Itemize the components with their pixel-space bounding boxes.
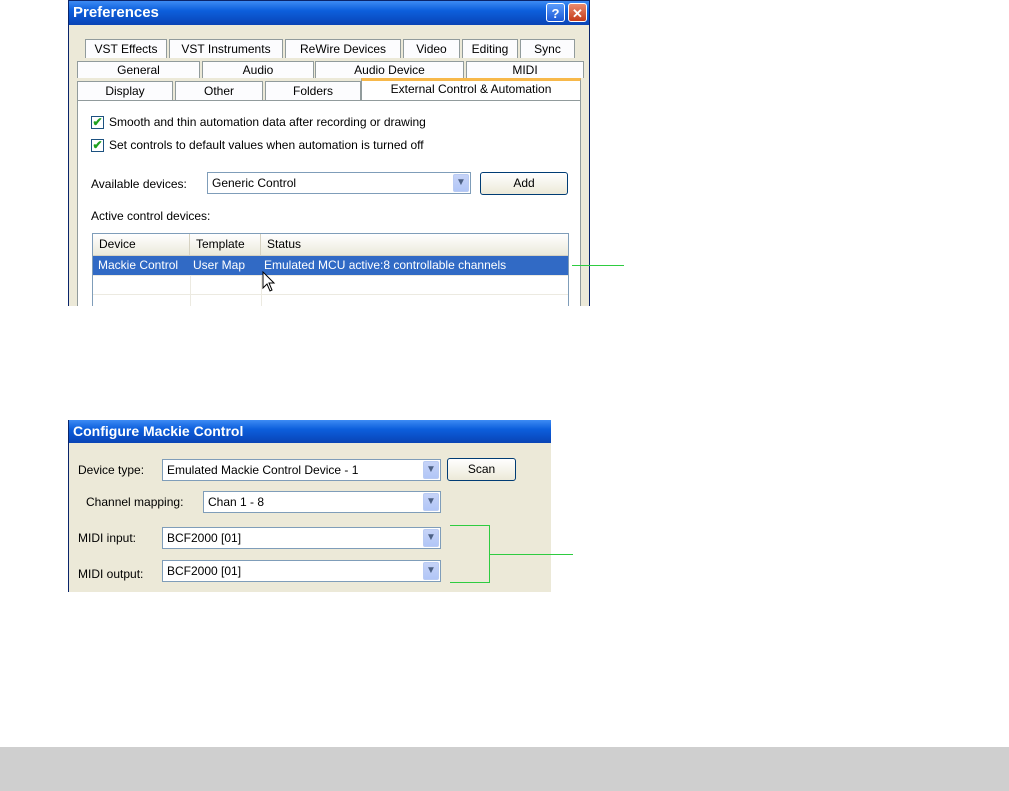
available-devices-select[interactable]: Generic Control ▼ — [207, 172, 471, 194]
midi-input-label: MIDI input: — [78, 531, 137, 545]
tab-vst-instruments[interactable]: VST Instruments — [169, 39, 283, 58]
tab-midi[interactable]: MIDI — [466, 61, 584, 78]
device-type-label: Device type: — [78, 463, 145, 477]
midi-input-value: BCF2000 [01] — [167, 531, 242, 545]
device-type-value: Emulated Mackie Control Device - 1 — [167, 463, 359, 477]
chevron-down-icon[interactable]: ▼ — [423, 529, 439, 547]
column-status[interactable]: Status — [261, 234, 568, 255]
grid-line — [190, 275, 191, 306]
available-devices-value: Generic Control — [212, 176, 297, 190]
cell-device: Mackie Control — [98, 258, 179, 272]
channel-mapping-select[interactable]: Chan 1 - 8 ▼ — [203, 491, 441, 513]
smooth-automation-checkbox[interactable]: ✔ — [91, 116, 104, 129]
table-header: Device Template Status — [93, 234, 568, 256]
tab-video[interactable]: Video — [403, 39, 460, 58]
chevron-down-icon[interactable]: ▼ — [423, 461, 439, 479]
active-devices-label: Active control devices: — [91, 209, 211, 223]
scan-button[interactable]: Scan — [447, 458, 516, 481]
column-template[interactable]: Template — [190, 234, 261, 255]
tab-general[interactable]: General — [77, 61, 200, 78]
tab-rewire-devices[interactable]: ReWire Devices — [285, 39, 401, 58]
preferences-title: Preferences — [73, 4, 159, 21]
table-row[interactable]: Mackie Control User Map Emulated MCU act… — [93, 256, 568, 275]
midi-output-label: MIDI output: — [78, 567, 144, 581]
available-devices-label: Available devices: — [91, 177, 187, 191]
mouse-pointer-icon — [262, 271, 276, 292]
tab-editing[interactable]: Editing — [462, 39, 518, 58]
chevron-down-icon[interactable]: ▼ — [453, 174, 469, 192]
tab-external-control[interactable]: External Control & Automation — [361, 78, 581, 100]
midi-output-select[interactable]: BCF2000 [01] ▼ — [162, 560, 441, 582]
midi-output-value: BCF2000 [01] — [167, 564, 242, 578]
grid-line — [93, 294, 568, 295]
column-device[interactable]: Device — [93, 234, 190, 255]
tab-vst-effects[interactable]: VST Effects — [85, 39, 167, 58]
default-values-label: Set controls to default values when auto… — [109, 138, 424, 152]
help-button[interactable]: ? — [546, 3, 565, 22]
annotation-line — [450, 582, 490, 583]
device-type-select[interactable]: Emulated Mackie Control Device - 1 ▼ — [162, 459, 441, 481]
configure-mackie-window: Configure Mackie Control Device type: Em… — [68, 420, 551, 592]
channel-mapping-value: Chan 1 - 8 — [208, 495, 265, 509]
active-devices-table[interactable]: Device Template Status Mackie Control Us… — [92, 233, 569, 306]
tab-sync[interactable]: Sync — [520, 39, 575, 58]
checkmark-icon: ✔ — [92, 115, 103, 129]
tab-other[interactable]: Other — [175, 81, 263, 100]
tab-display[interactable]: Display — [77, 81, 173, 100]
cell-status: Emulated MCU active:8 controllable chann… — [264, 258, 507, 272]
configure-title: Configure Mackie Control — [73, 423, 244, 439]
preferences-window: Preferences ? ✕ VST Effects VST Instrume… — [68, 0, 590, 306]
tab-panel: ✔ Smooth and thin automation data after … — [77, 100, 581, 306]
preferences-titlebar[interactable]: Preferences ? ✕ — [69, 1, 589, 25]
checkmark-icon: ✔ — [92, 138, 103, 152]
midi-input-select[interactable]: BCF2000 [01] ▼ — [162, 527, 441, 549]
close-button[interactable]: ✕ — [568, 3, 587, 22]
add-button[interactable]: Add — [480, 172, 568, 195]
footer-band — [0, 747, 1009, 791]
smooth-automation-label: Smooth and thin automation data after re… — [109, 115, 426, 129]
channel-mapping-label: Channel mapping: — [86, 495, 184, 509]
annotation-line — [572, 265, 624, 266]
cell-template: User Map — [193, 258, 246, 272]
chevron-down-icon[interactable]: ▼ — [423, 562, 439, 580]
chevron-down-icon[interactable]: ▼ — [423, 493, 439, 511]
tab-audio[interactable]: Audio — [202, 61, 314, 78]
tab-audio-device[interactable]: Audio Device — [315, 61, 464, 78]
tab-folders[interactable]: Folders — [265, 81, 361, 100]
default-values-checkbox[interactable]: ✔ — [91, 139, 104, 152]
annotation-line — [490, 554, 573, 555]
grid-line — [93, 275, 568, 276]
configure-titlebar[interactable]: Configure Mackie Control — [69, 420, 551, 443]
annotation-line — [450, 525, 490, 526]
